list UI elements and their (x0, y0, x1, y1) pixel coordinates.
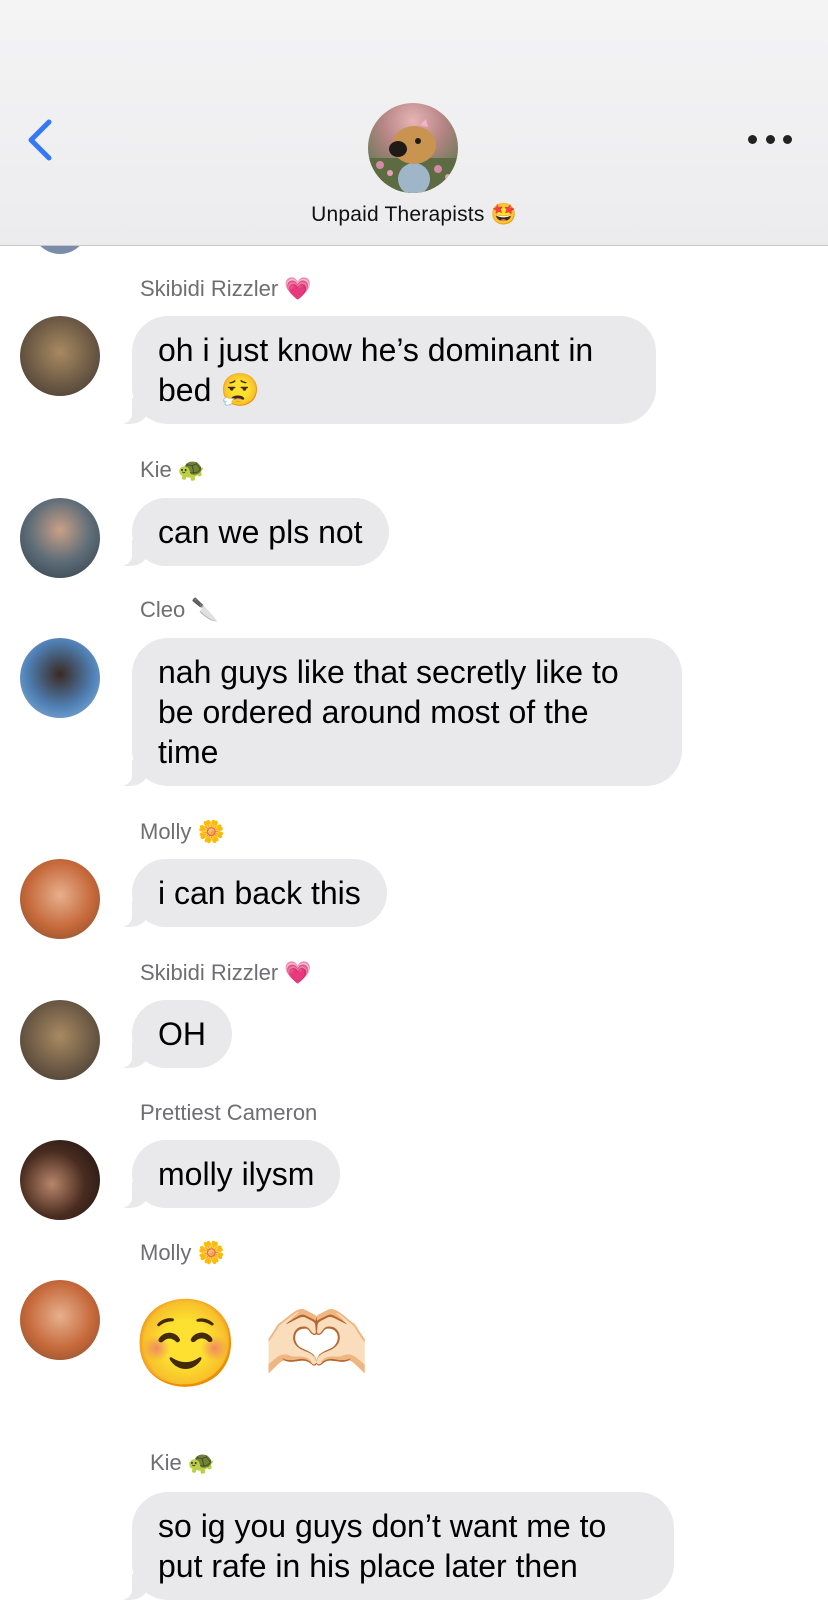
sender-name: Kie 🐢 (150, 1450, 216, 1475)
more-options-button[interactable] (748, 124, 792, 154)
avatar[interactable] (20, 498, 100, 578)
message-bubble[interactable]: molly ilysm (109, 1140, 341, 1208)
sender-name: Kie 🐢 (140, 457, 206, 482)
avatar[interactable] (20, 1280, 100, 1360)
message-bubble[interactable]: so ig you guys don’t want me to put rafe… (110, 1492, 674, 1600)
ellipsis-icon (765, 134, 775, 144)
avatar[interactable] (20, 638, 100, 718)
sender-name: Prettiest Cameron (140, 1100, 318, 1125)
sender-name: Molly 🌼 (140, 1240, 225, 1265)
group-avatar[interactable] (368, 103, 458, 193)
avatar[interactable] (20, 1000, 100, 1080)
chat-header: Unpaid Therapists 🤩 (0, 0, 828, 246)
group-title[interactable]: Unpaid Therapists 🤩 (0, 203, 828, 227)
avatar[interactable] (20, 1140, 100, 1220)
capybara-icon (368, 119, 458, 193)
sender-name: Molly 🌼 (140, 819, 225, 844)
chevron-left-icon (28, 119, 52, 161)
back-button[interactable] (20, 116, 60, 164)
avatar[interactable] (20, 859, 100, 939)
ellipsis-icon (748, 134, 757, 144)
avatar[interactable] (20, 316, 100, 396)
emoji-message[interactable]: ☺️ 🫶🏻 (132, 1294, 370, 1394)
message-bubble[interactable]: can we pls not (110, 498, 389, 566)
message-bubble[interactable]: OH (110, 1000, 232, 1068)
message-bubble[interactable]: nah guys like that secretly like to be o… (110, 638, 682, 786)
sender-name: Skibidi Rizzler 💗 (140, 276, 312, 301)
ellipsis-icon (783, 134, 792, 144)
sender-name: Skibidi Rizzler 💗 (140, 960, 312, 985)
message-bubble[interactable]: i can back this (110, 859, 387, 927)
sender-name: Cleo 🔪 (140, 597, 219, 622)
message-bubble[interactable]: oh i just know he’s dominant in bed 😮‍💨 (110, 316, 656, 424)
